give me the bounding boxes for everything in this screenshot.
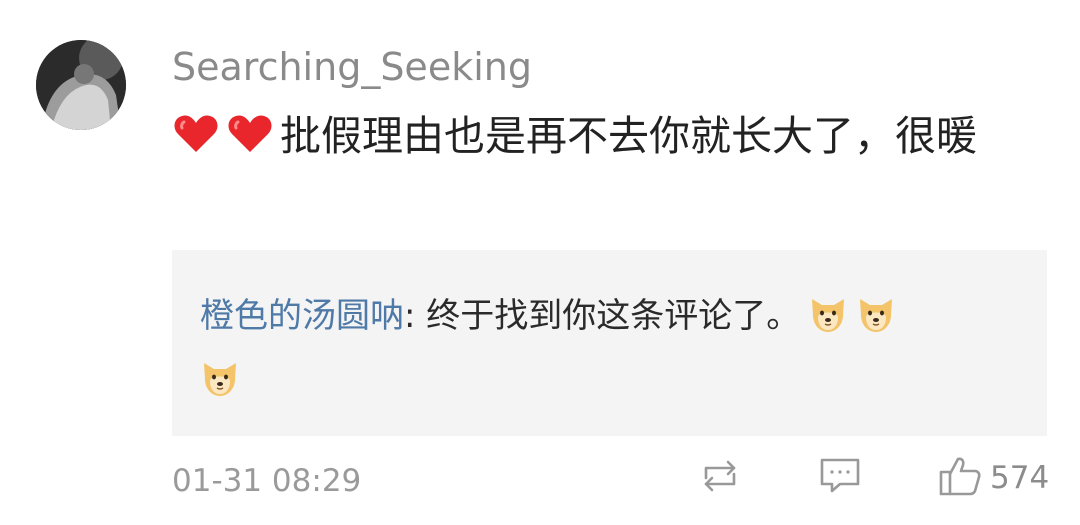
thumbs-up-icon [938,455,982,501]
like-count: 574 [990,460,1050,496]
reply-box[interactable]: 橙色的汤圆呐: 终于找到你这条评论了。 [172,250,1047,436]
like-button[interactable]: 574 [938,456,1049,500]
heart-emoji-icon [172,110,220,158]
doge-emoji-icon [200,356,240,396]
comment-body: 批假理由也是再不去你就长大了，很暖 [280,112,977,160]
comment-text: 批假理由也是再不去你就长大了，很暖 [172,104,1032,168]
reply-separator: : [404,296,427,336]
reply-author[interactable]: 橙色的汤圆呐 [200,296,404,336]
doge-emoji-icon [808,292,848,332]
repost-button[interactable] [698,456,742,500]
comment-button[interactable] [818,456,862,500]
reply-text: 橙色的汤圆呐: 终于找到你这条评论了。 [200,284,990,412]
comment-icon [818,456,862,500]
timestamp: 01-31 08:29 [172,463,362,499]
repost-icon [698,456,742,500]
avatar[interactable] [36,40,126,130]
reply-body: 终于找到你这条评论了。 [426,296,801,336]
doge-emoji-icon [856,292,896,332]
heart-emoji-icon [226,110,274,158]
username[interactable]: Searching_Seeking [172,42,532,92]
